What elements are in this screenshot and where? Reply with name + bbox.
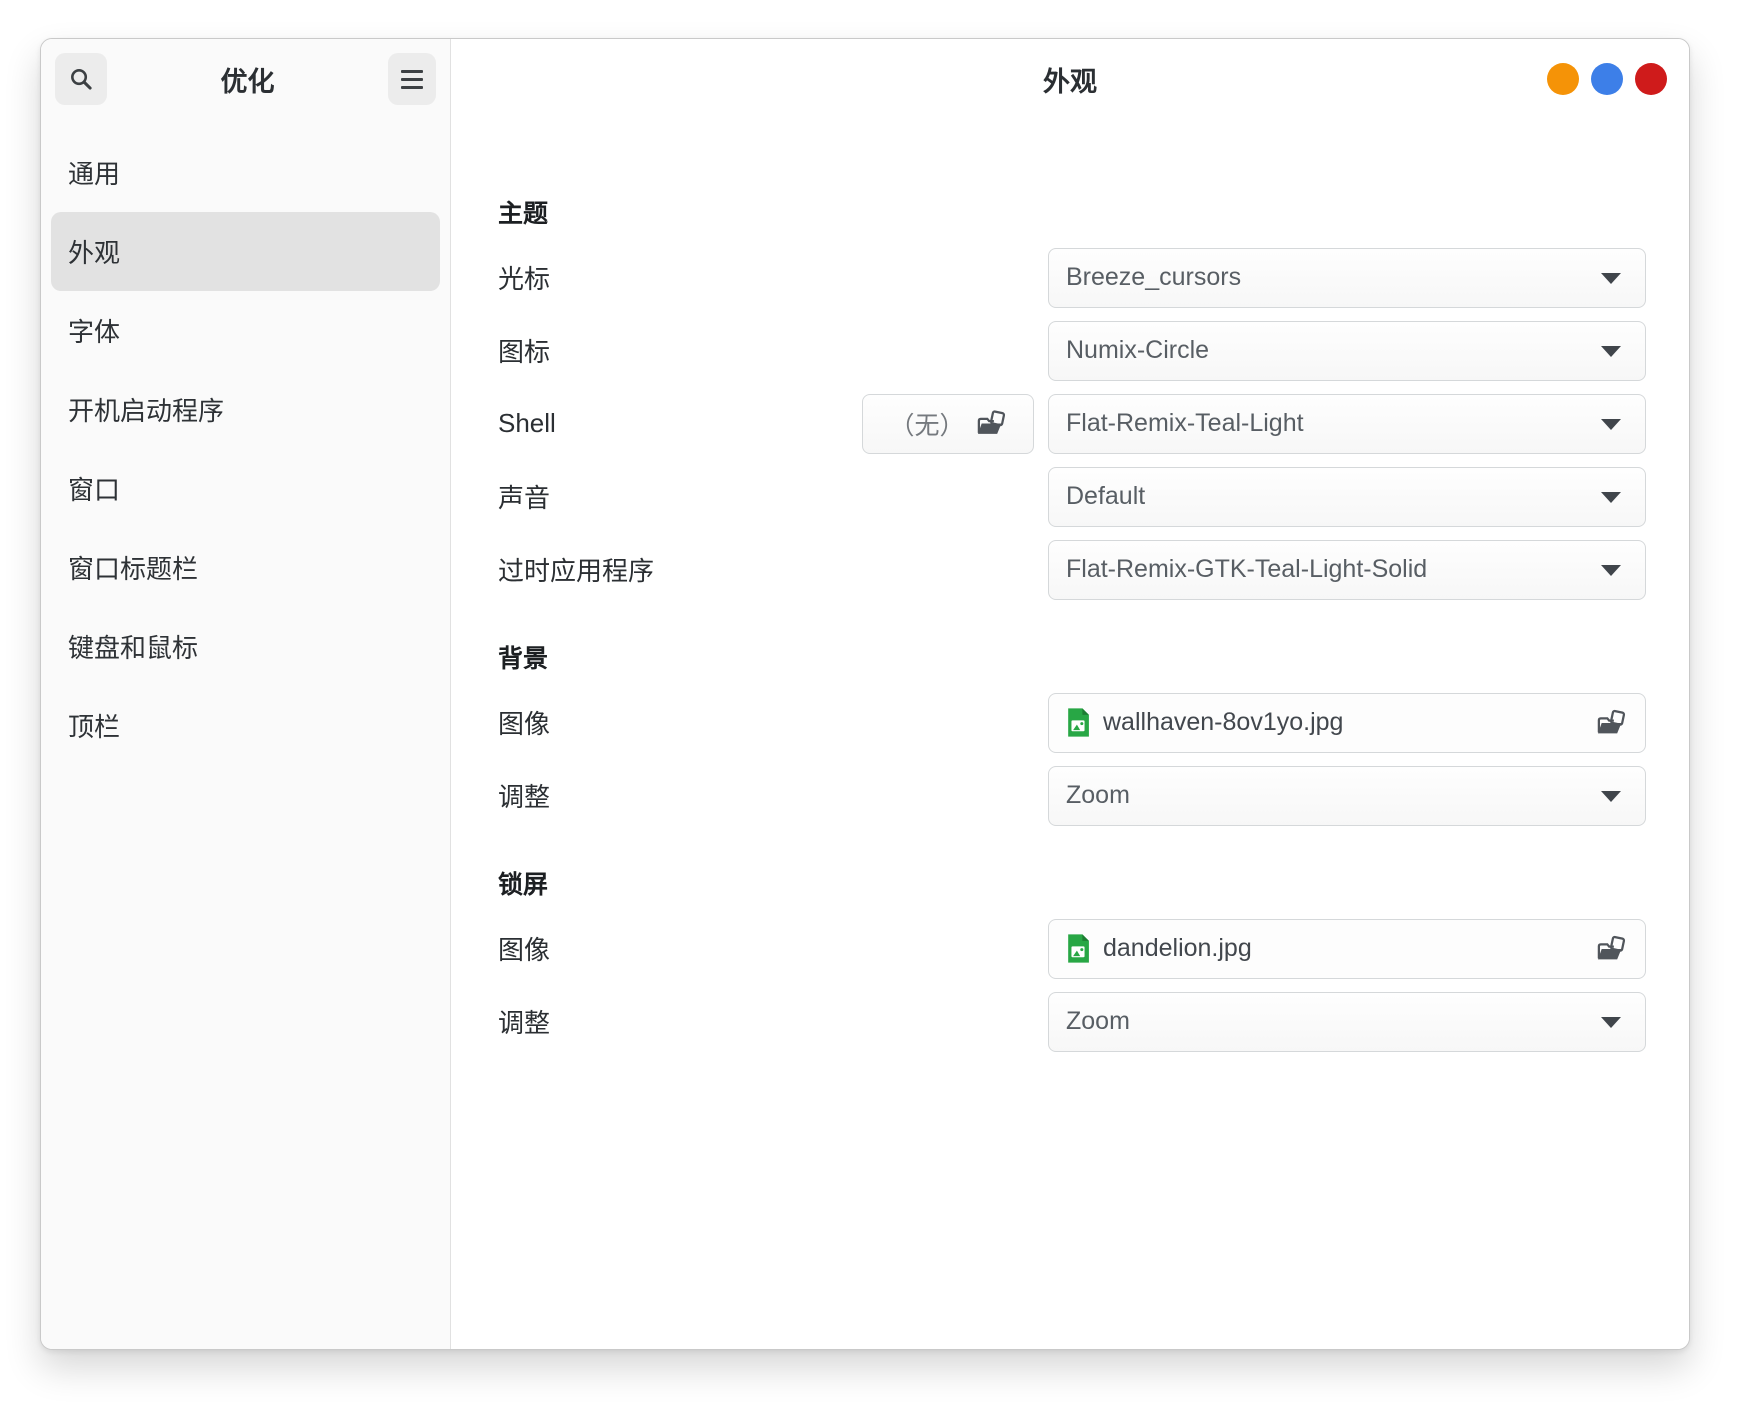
sidebar-list: 通用 外观 字体 开机启动程序 窗口 窗口标题栏 键盘和鼠标 顶栏: [41, 119, 450, 765]
chevron-down-icon: [1601, 1017, 1621, 1028]
shell-theme-file-button[interactable]: （无）: [862, 394, 1034, 454]
maximize-button[interactable]: [1591, 63, 1623, 95]
sound-theme-dropdown[interactable]: Default: [1048, 467, 1646, 527]
sound-theme-row: 声音 Default: [498, 460, 1646, 533]
cursor-theme-dropdown[interactable]: Breeze_cursors: [1048, 248, 1646, 308]
icon-theme-row: 图标 Numix-Circle: [498, 314, 1646, 387]
sidebar-item-general[interactable]: 通用: [51, 133, 440, 212]
main-panel: 外观 主题 光标 Breeze_cursors: [451, 39, 1689, 1349]
app-title: 优化: [115, 60, 380, 99]
chevron-down-icon: [1601, 346, 1621, 357]
sidebar-item-appearance[interactable]: 外观: [51, 212, 440, 291]
sidebar-item-top-bar[interactable]: 顶栏: [51, 686, 440, 765]
sidebar-item-startup-applications[interactable]: 开机启动程序: [51, 370, 440, 449]
window-controls: [1547, 39, 1667, 119]
sidebar-item-windows[interactable]: 窗口: [51, 449, 440, 528]
folder-open-icon: [1597, 935, 1627, 962]
section-title-lock-screen: 锁屏: [498, 862, 1646, 904]
sidebar: 优化 通用 外观 字体 开机启动程序 窗口 窗口标题栏 键盘和鼠标 顶栏: [41, 39, 451, 1349]
menu-button[interactable]: [388, 53, 436, 105]
minimize-button[interactable]: [1547, 63, 1579, 95]
search-icon: [68, 66, 94, 92]
background-image-row: 图像 wallhaven-8ov1yo.jpg: [498, 686, 1646, 759]
folder-open-icon: [1597, 709, 1627, 736]
cursor-theme-row: 光标 Breeze_cursors: [498, 241, 1646, 314]
hamburger-icon: [401, 70, 423, 89]
chevron-down-icon: [1601, 492, 1621, 503]
chevron-down-icon: [1601, 419, 1621, 430]
chevron-down-icon: [1601, 273, 1621, 284]
chevron-down-icon: [1601, 791, 1621, 802]
background-adjustment-dropdown[interactable]: Zoom: [1048, 766, 1646, 826]
lockscreen-image-file-button[interactable]: dandelion.jpg: [1048, 919, 1646, 979]
background-image-file-button[interactable]: wallhaven-8ov1yo.jpg: [1048, 693, 1646, 753]
lock-screen-section: 锁屏 图像 dandelion.jpg: [498, 862, 1646, 1058]
appearance-content: 主题 光标 Breeze_cursors 图标 Numix-Circle: [451, 119, 1689, 1088]
shell-theme-dropdown[interactable]: Flat-Remix-Teal-Light: [1048, 394, 1646, 454]
sidebar-item-keyboard-mouse[interactable]: 键盘和鼠标: [51, 607, 440, 686]
sidebar-item-fonts[interactable]: 字体: [51, 291, 440, 370]
image-file-icon: [1066, 933, 1090, 964]
background-adjustment-row: 调整 Zoom: [498, 759, 1646, 832]
chevron-down-icon: [1601, 565, 1621, 576]
shell-theme-row: Shell （无） Flat-Remix-Teal-Light: [498, 387, 1646, 460]
lockscreen-adjustment-dropdown[interactable]: Zoom: [1048, 992, 1646, 1052]
search-button[interactable]: [55, 53, 107, 105]
icon-theme-dropdown[interactable]: Numix-Circle: [1048, 321, 1646, 381]
section-title-background: 背景: [498, 636, 1646, 678]
legacy-applications-theme-dropdown[interactable]: Flat-Remix-GTK-Teal-Light-Solid: [1048, 540, 1646, 600]
close-button[interactable]: [1635, 63, 1667, 95]
page-title: 外观: [1043, 60, 1097, 99]
folder-open-icon: [977, 410, 1007, 437]
themes-section: 主题 光标 Breeze_cursors 图标 Numix-Circle: [498, 191, 1646, 606]
lockscreen-image-row: 图像 dandelion.jpg: [498, 912, 1646, 985]
lockscreen-adjustment-row: 调整 Zoom: [498, 985, 1646, 1058]
section-title-themes: 主题: [498, 191, 1646, 233]
sidebar-item-window-titlebars[interactable]: 窗口标题栏: [51, 528, 440, 607]
background-section: 背景 图像 wallhaven-8ov1yo.jpg: [498, 636, 1646, 832]
sidebar-header: 优化: [41, 39, 450, 119]
image-file-icon: [1066, 707, 1090, 738]
main-header: 外观: [451, 39, 1689, 119]
legacy-applications-row: 过时应用程序 Flat-Remix-GTK-Teal-Light-Solid: [498, 533, 1646, 606]
gnome-tweaks-window: 优化 通用 外观 字体 开机启动程序 窗口 窗口标题栏 键盘和鼠标 顶栏 外观: [40, 38, 1690, 1350]
